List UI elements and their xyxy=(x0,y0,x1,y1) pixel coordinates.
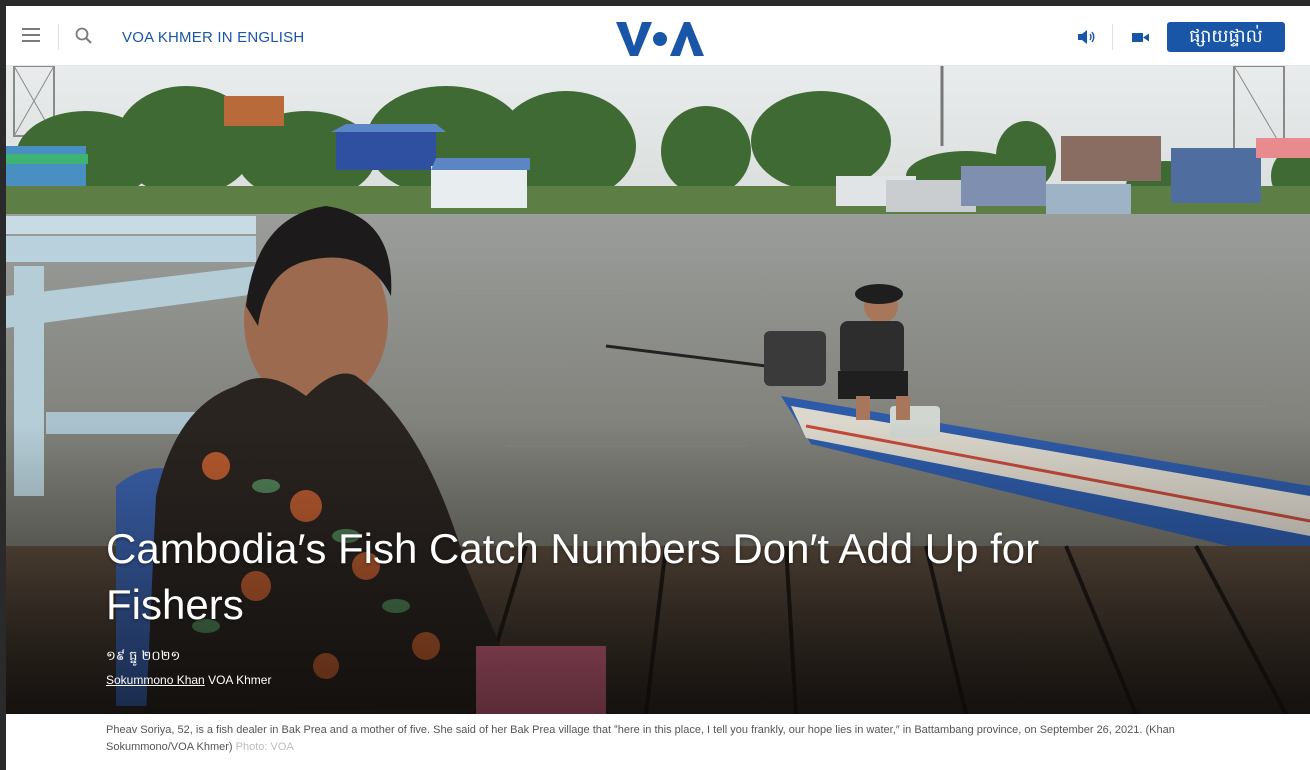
voa-logo[interactable] xyxy=(614,18,706,58)
search-icon[interactable] xyxy=(74,26,94,46)
outlet-name: VOA Khmer xyxy=(208,673,272,687)
hero-image: Cambodia′s Fish Catch Numbers Don′t Add … xyxy=(6,66,1310,714)
article-date: ១៩ ធ្នូ ២០២១ xyxy=(106,649,181,664)
video-camera-icon[interactable] xyxy=(1131,29,1151,45)
photo-caption: Pheav Soriya, 52, is a fish dealer in Ba… xyxy=(106,722,1206,756)
byline: Sokummono Khan VOA Khmer xyxy=(106,673,271,687)
section-title-link[interactable]: VOA KHMER IN ENGLISH xyxy=(122,29,304,46)
header-divider xyxy=(1112,24,1113,50)
menu-icon[interactable] xyxy=(22,28,40,42)
site-header: VOA KHMER IN ENGLISH ផ្សាយផ្ទាល់ xyxy=(6,6,1310,66)
author-link[interactable]: Sokummono Khan xyxy=(106,673,205,687)
speaker-icon[interactable] xyxy=(1076,28,1096,46)
photo-credit: Photo: VOA xyxy=(235,741,294,753)
header-divider xyxy=(58,24,59,50)
page: VOA KHMER IN ENGLISH ផ្សាយផ្ទាល់ Cambodi… xyxy=(6,6,1310,770)
live-button[interactable]: ផ្សាយផ្ទាល់ xyxy=(1167,22,1285,52)
article-headline: Cambodia′s Fish Catch Numbers Don′t Add … xyxy=(106,525,1040,628)
